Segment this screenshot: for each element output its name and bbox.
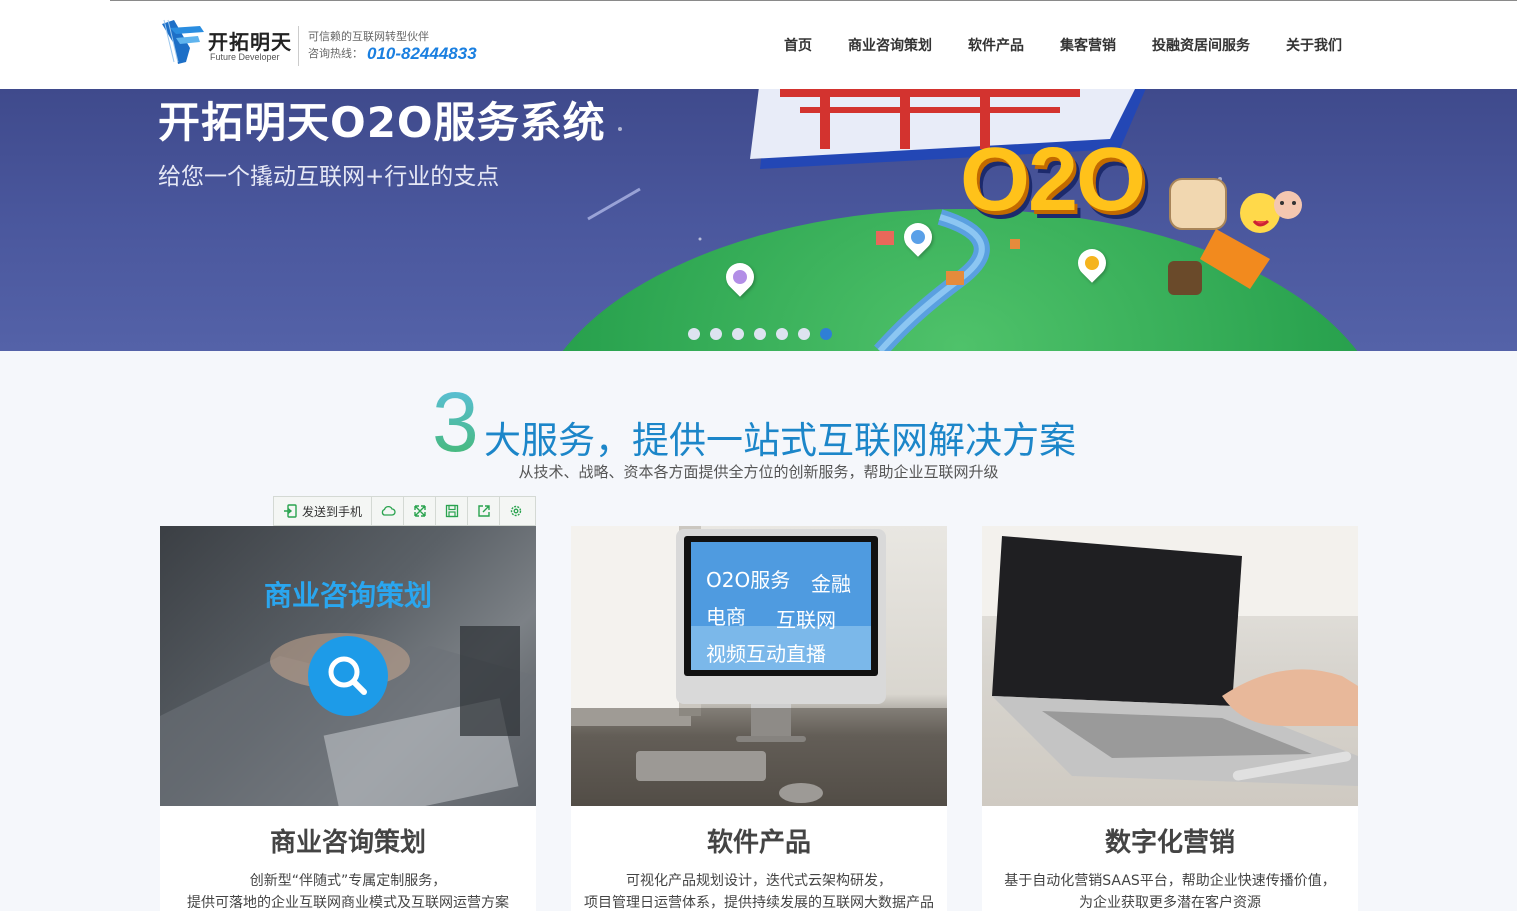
shop-icon xyxy=(876,231,894,245)
nav-item-marketing[interactable]: 集客营销 xyxy=(1060,35,1116,55)
search-icon[interactable] xyxy=(308,636,388,716)
nav-item-investment[interactable]: 投融资居间服务 xyxy=(1152,35,1250,55)
send-to-phone-button[interactable]: 发送到手机 xyxy=(274,497,373,525)
consulting-image: 商业咨询策划 xyxy=(160,526,536,806)
image-toolbar: 发送到手机 xyxy=(273,496,536,526)
logo-text-cn: 开拓明天 xyxy=(208,30,292,54)
service-card-consulting[interactable]: 商业咨询策划 商业咨询策划 创新型“伴随式”专属定制服务， 提供可落地的企业互联… xyxy=(160,526,536,911)
tree-icon xyxy=(1010,239,1020,249)
card-title: 商业咨询策划 xyxy=(269,828,426,858)
section-number: 3 xyxy=(432,375,479,469)
save-button[interactable] xyxy=(436,497,469,525)
section-subtitle: 从技术、战略、资本各方面提供全方位的创新服务，帮助企业互联网升级 xyxy=(518,463,999,481)
share-icon xyxy=(477,505,490,517)
card-title: 数字化营销 xyxy=(1104,828,1235,858)
card-desc-line: 可视化产品规划设计，迭代式云架构研发， xyxy=(626,873,892,889)
screen-text: 金融 xyxy=(811,572,851,596)
fullscreen-icon xyxy=(413,505,426,517)
send-to-phone-label: 发送到手机 xyxy=(302,504,363,519)
carousel-dots xyxy=(688,328,832,340)
screen-text: 互联网 xyxy=(776,608,836,632)
top-border-line xyxy=(110,0,1517,1)
carousel-dot[interactable] xyxy=(710,328,722,340)
mascot-illustration xyxy=(1168,178,1302,295)
nav-item-software[interactable]: 软件产品 xyxy=(968,35,1024,55)
send-to-phone-icon xyxy=(284,504,297,518)
screen-text: O2O服务 xyxy=(706,568,791,592)
card-desc-line: 创新型“伴随式”专属定制服务， xyxy=(249,873,447,889)
share-button[interactable] xyxy=(468,497,501,525)
save-icon xyxy=(445,504,458,518)
section-title: 大服务，提供一站式互联网解决方案 xyxy=(484,419,1076,462)
hotline-label: 咨询热线： xyxy=(308,47,363,60)
carousel-dot[interactable] xyxy=(732,328,744,340)
hero-banner[interactable]: 开拓明天O2O服务系统 给您一个撬动互联网+行业的支点 O2O xyxy=(0,89,1517,351)
card-desc-line: 项目管理日运营体系，提供持续发展的互联网大数据产品 xyxy=(584,895,934,911)
site-header: 开拓明天 Future Developer 可信赖的互联网转型伙伴 咨询热线： 0… xyxy=(0,0,1517,89)
card-title: 软件产品 xyxy=(706,828,811,858)
laptop-photo xyxy=(982,526,1358,786)
carousel-dot[interactable] xyxy=(754,328,766,340)
marketing-image xyxy=(982,526,1358,806)
logo-text-en: Future Developer xyxy=(210,52,280,62)
settings-button[interactable] xyxy=(500,497,532,525)
carousel-dot[interactable] xyxy=(688,328,700,340)
tagline: 可信赖的互联网转型伙伴 xyxy=(308,30,429,43)
screen-text: 电商 xyxy=(706,605,746,629)
carousel-dot[interactable] xyxy=(776,328,788,340)
logo-mark-icon xyxy=(162,19,204,64)
house-icon xyxy=(946,271,964,285)
carousel-dot[interactable] xyxy=(798,328,810,340)
hotline: 咨询热线： 010-82444833 xyxy=(308,44,477,64)
card-desc-line: 提供可落地的企业互联网商业模式及互联网运营方案 xyxy=(187,895,509,911)
logo[interactable]: 开拓明天 Future Developer xyxy=(160,16,300,68)
card-desc-line: 为企业获取更多潜在客户资源 xyxy=(1079,895,1261,911)
fullscreen-button[interactable] xyxy=(404,497,437,525)
consulting-image-label: 商业咨询策划 xyxy=(263,579,432,612)
card-description: 可视化产品规划设计，迭代式云架构研发， 项目管理日运营体系，提供持续发展的互联网… xyxy=(571,870,947,911)
o2o-graphic-text: O2O xyxy=(960,130,1146,230)
hotline-number[interactable]: 010-82444833 xyxy=(367,44,477,63)
nav-item-consulting[interactable]: 商业咨询策划 xyxy=(848,35,932,55)
service-card-marketing[interactable]: 数字化营销 基于自动化营销SAAS平台，帮助企业快速传播价值， 为企业获取更多潜… xyxy=(982,526,1358,911)
cloud-button[interactable] xyxy=(372,497,405,525)
carousel-dot-active[interactable] xyxy=(820,328,832,340)
card-desc-line: 基于自动化营销SAAS平台，帮助企业快速传播价值， xyxy=(1004,873,1336,889)
main-nav: 首页 商业咨询策划 软件产品 集客营销 投融资居间服务 关于我们 xyxy=(784,35,1342,55)
divider xyxy=(298,26,299,66)
screen-text: 视频互动直播 xyxy=(706,642,826,666)
service-card-software[interactable]: O2O服务 金融 电商 互联网 视频互动直播 软件产品 可视化产品规划设计，迭代… xyxy=(571,526,947,911)
card-description: 创新型“伴随式”专属定制服务， 提供可落地的企业互联网商业模式及互联网运营方案 xyxy=(160,870,536,911)
cloud-icon xyxy=(381,505,396,516)
nav-item-home[interactable]: 首页 xyxy=(784,35,812,55)
software-image: O2O服务 金融 电商 互联网 视频互动直播 xyxy=(571,526,947,806)
card-description: 基于自动化营销SAAS平台，帮助企业快速传播价值， 为企业获取更多潜在客户资源 xyxy=(982,870,1358,911)
settings-icon xyxy=(510,505,522,517)
nav-item-about[interactable]: 关于我们 xyxy=(1286,35,1342,55)
